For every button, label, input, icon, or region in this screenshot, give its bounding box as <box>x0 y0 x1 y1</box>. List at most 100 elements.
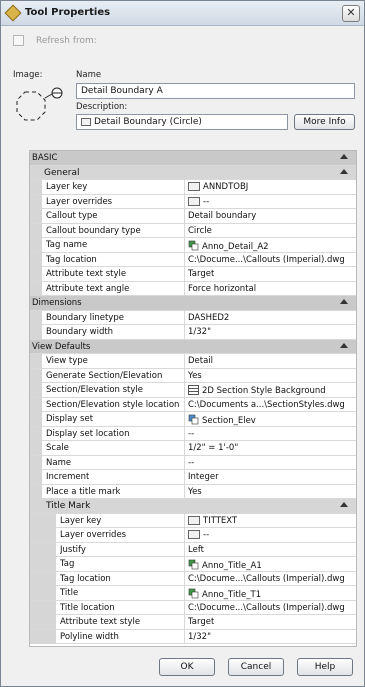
property-row[interactable]: Name -- <box>30 455 356 470</box>
property-value[interactable]: Anno_Title_A1 <box>188 559 262 571</box>
property-row[interactable]: Layer key TITTEXT <box>30 513 356 528</box>
property-row[interactable]: Boundary linetype DASHED2 <box>30 310 356 325</box>
property-value-text: Force horizontal <box>188 283 257 294</box>
property-value[interactable]: C:\Docume...\Callouts (Imperial).dwg <box>188 603 345 613</box>
property-value[interactable]: Yes <box>188 487 202 497</box>
property-row[interactable]: Callout boundary type Circle <box>30 223 356 238</box>
property-value[interactable]: Target <box>188 617 214 627</box>
property-value[interactable]: -- <box>188 530 209 540</box>
collapse-arrow-icon[interactable] <box>340 299 348 304</box>
view-defaults-category-header[interactable]: View Defaults <box>30 339 356 354</box>
description-value: Detail Boundary (Circle) <box>94 117 202 127</box>
title-mark-category-header[interactable]: Title Mark <box>30 499 356 514</box>
property-row[interactable]: Tag name Anno_Detail_A2 <box>30 238 356 253</box>
property-row[interactable]: Attribute text style Target <box>30 267 356 282</box>
property-name: Name <box>46 457 72 468</box>
property-value[interactable]: Circle <box>188 226 212 236</box>
property-row[interactable]: Attribute text angle Force horizontal <box>30 281 356 296</box>
help-button[interactable]: Help <box>297 658 353 676</box>
description-input[interactable]: Detail Boundary (Circle) <box>76 114 288 130</box>
property-row[interactable]: Scale 1/2" = 1'-0" <box>30 441 356 456</box>
property-value[interactable]: Detail boundary <box>188 211 256 221</box>
property-row[interactable]: Boundary width 1/32" <box>30 325 356 340</box>
property-name: Tag name <box>46 240 88 250</box>
property-value[interactable]: Section_Elev <box>188 414 256 426</box>
property-value[interactable]: Force horizontal <box>188 284 256 294</box>
property-row[interactable]: Tag location C:\Docume...\Callouts (Imper… <box>30 252 356 267</box>
property-value[interactable]: C:\Docume...\Callouts (Imperial).dwg <box>188 255 345 265</box>
property-value[interactable]: C:\Docume...\Callouts (Imperial).dwg <box>188 574 345 584</box>
collapse-arrow-icon[interactable] <box>340 154 348 159</box>
close-button[interactable]: ✕ <box>342 5 360 22</box>
column-divider <box>184 470 185 484</box>
row-gutter <box>30 238 42 252</box>
column-divider <box>184 281 185 296</box>
row-gutter <box>30 455 42 470</box>
layer-icon <box>188 530 200 539</box>
property-value[interactable]: Anno_Detail_A2 <box>188 240 269 252</box>
property-name: Polyline width <box>60 631 119 642</box>
property-row[interactable]: View type Detail <box>30 354 356 369</box>
refresh-checkbox[interactable] <box>13 35 24 46</box>
property-value[interactable]: -- <box>188 196 209 207</box>
property-row[interactable]: Section/Elevation style location C:\Docum… <box>30 397 356 412</box>
property-value[interactable]: C:\Documents a...\SectionStyles.dwg <box>188 400 345 410</box>
row-gutter <box>30 412 42 426</box>
property-value[interactable]: TITTEXT <box>188 515 237 526</box>
cancel-button[interactable]: Cancel <box>228 658 284 676</box>
property-value[interactable]: -- <box>188 458 194 468</box>
property-name: Boundary width <box>46 327 114 337</box>
property-value[interactable]: ANNDTOBJ <box>188 182 248 192</box>
property-row[interactable]: Layer overrides -- <box>30 528 356 543</box>
property-row[interactable]: Tag Anno_Title_A1 <box>30 557 356 572</box>
row-gutter <box>30 267 42 281</box>
property-value[interactable]: 1/32" <box>188 632 211 642</box>
property-name: Generate Section/Elevation <box>46 370 163 381</box>
property-row[interactable]: Section/Elevation style 2D Section Style … <box>30 383 356 398</box>
property-row[interactable]: Callout type Detail boundary <box>30 209 356 224</box>
property-value[interactable]: 1/32" <box>188 327 211 337</box>
ok-button[interactable]: OK <box>159 658 215 676</box>
property-value[interactable]: DASHED2 <box>188 313 229 323</box>
general-category-header[interactable]: General <box>30 165 356 180</box>
property-row[interactable]: Generate Section/Elevation Yes <box>30 368 356 383</box>
property-value[interactable]: Left <box>188 545 204 555</box>
property-row[interactable]: Increment Integer <box>30 470 356 485</box>
property-row[interactable]: Layer key ANNDTOBJ <box>30 180 356 195</box>
basic-section-header[interactable]: BASIC <box>30 151 356 166</box>
property-value[interactable]: -- <box>188 429 194 439</box>
layer-icon <box>188 196 200 206</box>
property-value[interactable]: Integer <box>188 472 219 482</box>
property-row[interactable]: Display set Section_Elev <box>30 412 356 427</box>
property-value[interactable]: Target <box>188 269 214 279</box>
tool-icon <box>4 4 22 22</box>
column-divider <box>184 252 185 267</box>
row-gutter <box>30 557 56 571</box>
property-value[interactable]: Detail <box>188 356 213 366</box>
property-row[interactable]: Tag location C:\Docume...\Callouts (Imper… <box>30 571 356 586</box>
property-value[interactable]: 1/2" = 1'-0" <box>188 443 238 453</box>
property-value[interactable]: 2D Section Style Background <box>188 385 326 396</box>
name-input[interactable]: Detail Boundary A <box>76 83 355 99</box>
property-value-text: 1/2" = 1'-0" <box>188 443 239 453</box>
collapse-arrow-icon[interactable] <box>340 502 348 507</box>
collapse-arrow-icon[interactable] <box>340 342 348 348</box>
property-row[interactable]: Title location C:\Docume...\Callouts (Imp… <box>30 600 356 615</box>
dimensions-category-header[interactable]: Dimensions <box>30 296 356 311</box>
title-bar[interactable]: Tool Properties ✕ <box>1 1 364 26</box>
property-value[interactable]: Anno_Title_T1 <box>188 588 261 600</box>
property-row[interactable]: Display set location -- <box>30 426 356 441</box>
property-row[interactable]: Layer overrides -- <box>30 194 356 209</box>
property-row[interactable]: Attribute text style Target <box>30 615 356 630</box>
tool-image-preview[interactable] <box>13 84 69 132</box>
property-row[interactable]: Justify Left <box>30 542 356 557</box>
property-row[interactable]: Title Anno_Title_T1 <box>30 586 356 601</box>
column-divider <box>184 325 185 339</box>
column-divider <box>184 615 185 629</box>
more-info-button[interactable]: More Info <box>294 114 355 130</box>
property-row[interactable]: Place a title mark Yes <box>30 484 356 499</box>
column-divider <box>184 513 185 528</box>
property-value[interactable]: Yes <box>188 371 202 381</box>
property-row[interactable]: Polyline width 1/32" <box>30 629 356 644</box>
collapse-arrow-icon[interactable] <box>340 168 348 174</box>
